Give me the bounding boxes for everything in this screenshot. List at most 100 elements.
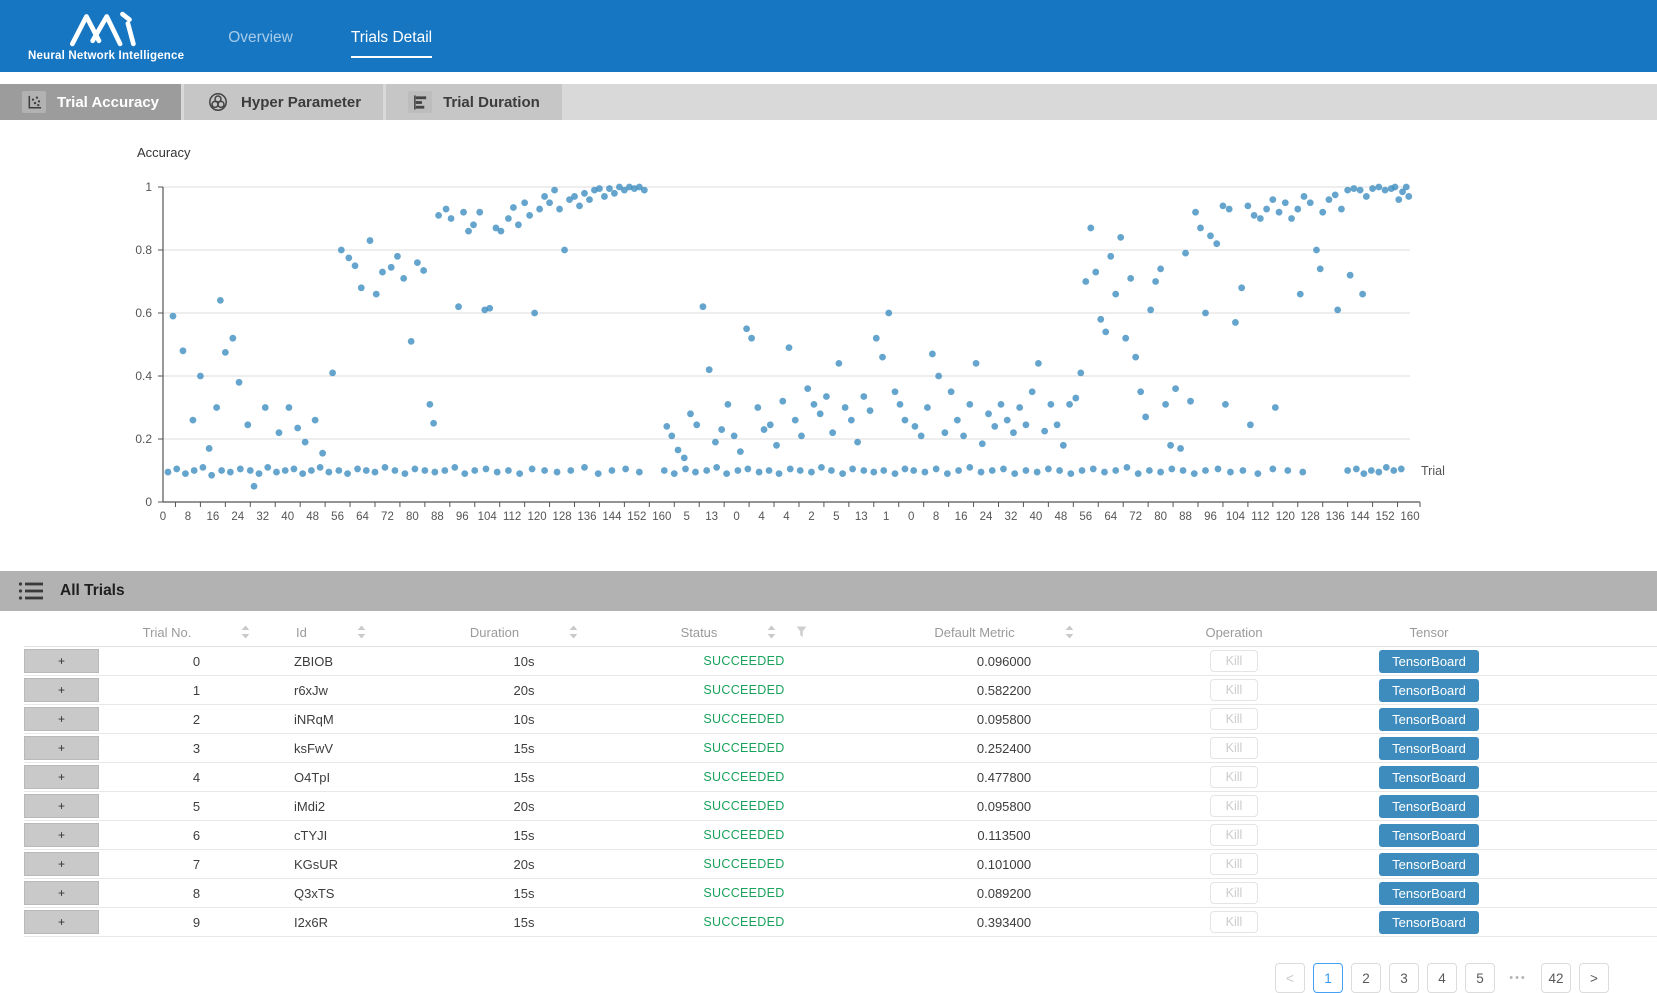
default-metric-cell: 0.113500 bbox=[834, 821, 1174, 849]
page-button-2[interactable]: 2 bbox=[1351, 963, 1381, 993]
trial-id-cell: O4TpI bbox=[294, 763, 394, 791]
svg-text:152: 152 bbox=[1375, 511, 1394, 523]
tensorboard-button[interactable]: TensorBoard bbox=[1379, 708, 1479, 731]
kill-button[interactable]: Kill bbox=[1210, 708, 1259, 730]
svg-text:104: 104 bbox=[478, 511, 498, 523]
column-header-trial-no-[interactable]: Trial No. bbox=[99, 618, 294, 646]
trial-id-cell: ZBIOB bbox=[294, 647, 394, 675]
page-button-5[interactable]: 5 bbox=[1465, 963, 1495, 993]
expand-row-button[interactable]: + bbox=[24, 707, 99, 731]
tensorboard-button[interactable]: TensorBoard bbox=[1379, 882, 1479, 905]
tab-trial-duration[interactable]: Trial Duration bbox=[386, 84, 562, 120]
duration-cell: 15s bbox=[394, 908, 654, 936]
expand-row-button[interactable]: + bbox=[24, 649, 99, 673]
trial-no-cell: 3 bbox=[99, 734, 294, 762]
sort-icon[interactable] bbox=[241, 625, 250, 639]
kill-button[interactable]: Kill bbox=[1210, 853, 1259, 875]
kill-button[interactable]: Kill bbox=[1210, 824, 1259, 846]
accuracy-chart[interactable]: 00.20.40.60.8108162432404856647280889610… bbox=[0, 130, 1657, 525]
kill-button[interactable]: Kill bbox=[1210, 766, 1259, 788]
svg-text:1: 1 bbox=[883, 511, 889, 523]
svg-text:0: 0 bbox=[733, 511, 739, 523]
nav-overview[interactable]: Overview bbox=[228, 29, 293, 58]
sort-icon[interactable] bbox=[357, 625, 366, 639]
tensorboard-button[interactable]: TensorBoard bbox=[1379, 853, 1479, 876]
kill-button[interactable]: Kill bbox=[1210, 650, 1259, 672]
trial-id-cell: iNRqM bbox=[294, 705, 394, 733]
page-ellipsis[interactable]: ••• bbox=[1503, 963, 1533, 993]
status-badge: SUCCEEDED bbox=[654, 821, 834, 849]
tensorboard-button[interactable]: TensorBoard bbox=[1379, 679, 1479, 702]
sort-icon[interactable] bbox=[1065, 625, 1074, 639]
prev-page-button[interactable]: < bbox=[1275, 963, 1305, 993]
next-page-button[interactable]: > bbox=[1579, 963, 1609, 993]
svg-text:128: 128 bbox=[552, 511, 571, 523]
duration-cell: 10s bbox=[394, 705, 654, 733]
kill-button[interactable]: Kill bbox=[1210, 911, 1259, 933]
expand-row-button[interactable]: + bbox=[24, 852, 99, 876]
tensorboard-button[interactable]: TensorBoard bbox=[1379, 911, 1479, 934]
tensorboard-button[interactable]: TensorBoard bbox=[1379, 737, 1479, 760]
default-metric-cell: 0.582200 bbox=[834, 676, 1174, 704]
svg-text:96: 96 bbox=[456, 511, 469, 523]
duration-cell: 15s bbox=[394, 821, 654, 849]
svg-text:48: 48 bbox=[306, 511, 319, 523]
tab-trial-accuracy[interactable]: Trial Accuracy bbox=[0, 84, 181, 120]
svg-text:120: 120 bbox=[528, 511, 547, 523]
tab-hyper-parameter[interactable]: Hyper Parameter bbox=[184, 84, 383, 120]
expand-row-button[interactable]: + bbox=[24, 678, 99, 702]
column-header-id[interactable]: Id bbox=[294, 618, 394, 646]
svg-text:0.6: 0.6 bbox=[135, 306, 152, 320]
kill-button[interactable]: Kill bbox=[1210, 679, 1259, 701]
tensorboard-button[interactable]: TensorBoard bbox=[1379, 795, 1479, 818]
header-expand-spacer bbox=[24, 618, 99, 646]
status-badge: SUCCEEDED bbox=[654, 705, 834, 733]
tensorboard-button[interactable]: TensorBoard bbox=[1379, 766, 1479, 789]
svg-text:64: 64 bbox=[1104, 511, 1117, 523]
duration-cell: 20s bbox=[394, 792, 654, 820]
kill-button[interactable]: Kill bbox=[1210, 737, 1259, 759]
expand-row-button[interactable]: + bbox=[24, 765, 99, 789]
page-button-42[interactable]: 42 bbox=[1541, 963, 1571, 993]
svg-text:136: 136 bbox=[1326, 511, 1345, 523]
page-button-4[interactable]: 4 bbox=[1427, 963, 1457, 993]
svg-text:8: 8 bbox=[185, 511, 191, 523]
column-label: Status bbox=[681, 625, 718, 640]
sort-icon[interactable] bbox=[767, 625, 776, 639]
expand-row-button[interactable]: + bbox=[24, 794, 99, 818]
column-header-duration[interactable]: Duration bbox=[394, 618, 654, 646]
kill-button[interactable]: Kill bbox=[1210, 795, 1259, 817]
kill-button[interactable]: Kill bbox=[1210, 882, 1259, 904]
tensorboard-button[interactable]: TensorBoard bbox=[1379, 824, 1479, 847]
svg-text:160: 160 bbox=[1400, 511, 1419, 523]
status-badge: SUCCEEDED bbox=[654, 676, 834, 704]
nav-trials-detail[interactable]: Trials Detail bbox=[351, 29, 432, 58]
accuracy-chart-section: 00.20.40.60.8108162432404856647280889610… bbox=[0, 130, 1657, 530]
filter-icon[interactable] bbox=[796, 626, 807, 638]
page-button-3[interactable]: 3 bbox=[1389, 963, 1419, 993]
status-badge: SUCCEEDED bbox=[654, 763, 834, 791]
trial-id-cell: ksFwV bbox=[294, 734, 394, 762]
tensorboard-button[interactable]: TensorBoard bbox=[1379, 650, 1479, 673]
default-metric-cell: 0.252400 bbox=[834, 734, 1174, 762]
column-header-status[interactable]: Status bbox=[654, 618, 834, 646]
sort-icon[interactable] bbox=[569, 625, 578, 639]
trial-no-cell: 6 bbox=[99, 821, 294, 849]
column-label: Id bbox=[296, 625, 307, 640]
svg-text:0.2: 0.2 bbox=[135, 432, 152, 446]
svg-text:0: 0 bbox=[908, 511, 914, 523]
column-header-tensor: Tensor bbox=[1294, 618, 1564, 646]
expand-row-button[interactable]: + bbox=[24, 736, 99, 760]
svg-text:32: 32 bbox=[1005, 511, 1018, 523]
svg-text:144: 144 bbox=[602, 511, 622, 523]
expand-row-button[interactable]: + bbox=[24, 910, 99, 934]
expand-row-button[interactable]: + bbox=[24, 823, 99, 847]
trial-no-cell: 9 bbox=[99, 908, 294, 936]
column-header-default-metric[interactable]: Default Metric bbox=[834, 618, 1174, 646]
status-badge: SUCCEEDED bbox=[654, 792, 834, 820]
svg-text:32: 32 bbox=[256, 511, 269, 523]
page-button-1[interactable]: 1 bbox=[1313, 963, 1343, 993]
expand-row-button[interactable]: + bbox=[24, 881, 99, 905]
chart-title: Accuracy bbox=[137, 145, 191, 160]
trial-row: +6cTYJI15sSUCCEEDED0.113500KillTensorBoa… bbox=[24, 821, 1657, 850]
